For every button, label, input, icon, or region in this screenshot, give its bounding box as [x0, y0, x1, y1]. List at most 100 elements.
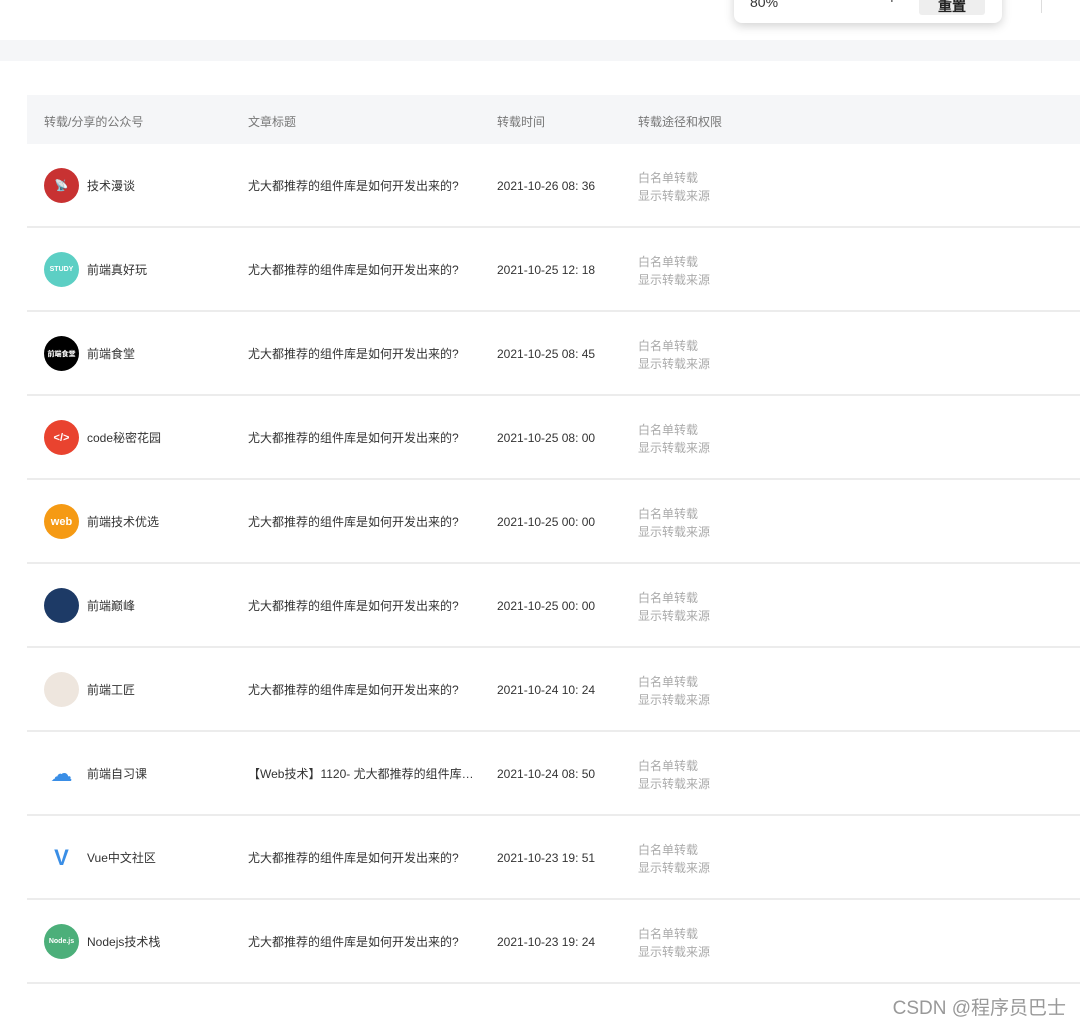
table-row: ☁ 前端自习课 【Web技术】1120- 尤大都推荐的组件库是如何开发出来的? … — [27, 732, 1080, 816]
avatar: ☁ — [44, 756, 79, 791]
permission-type: 白名单转载 — [638, 339, 699, 353]
permission: 白名单转载显示转载来源 — [638, 421, 710, 457]
account-name[interactable]: Nodejs技术栈 — [87, 933, 160, 950]
avatar-label: 前端食堂 — [47, 350, 76, 358]
article-title[interactable]: 尤大都推荐的组件库是如何开发出来的? — [248, 933, 480, 950]
permission-type: 白名单转载 — [638, 507, 699, 521]
section-divider — [0, 40, 1080, 61]
article-title[interactable]: 尤大都推荐的组件库是如何开发出来的? — [248, 681, 480, 698]
article-title[interactable]: 尤大都推荐的组件库是如何开发出来的? — [248, 429, 480, 446]
zoom-popup: 80% + 重置 — [734, 0, 1002, 23]
permission: 白名单转载显示转载来源 — [638, 757, 710, 793]
permission-source: 显示转载来源 — [638, 441, 711, 455]
table-row: web 前端技术优选 尤大都推荐的组件库是如何开发出来的? 2021-10-25… — [27, 480, 1080, 564]
table-row: </> code秘密花园 尤大都推荐的组件库是如何开发出来的? 2021-10-… — [27, 396, 1080, 480]
repost-time: 2021-10-26 08: 36 — [497, 179, 596, 193]
avatar-label: web — [50, 515, 73, 528]
avatar: STUDY — [44, 252, 79, 287]
permission-source: 显示转载来源 — [638, 693, 711, 707]
avatar: </> — [44, 420, 79, 455]
avatar: web — [44, 504, 79, 539]
avatar-label: </> — [53, 431, 70, 444]
article-title[interactable]: 【Web技术】1120- 尤大都推荐的组件库是如何开发出来的? — [248, 765, 480, 782]
article-title[interactable]: 尤大都推荐的组件库是如何开发出来的? — [248, 849, 480, 866]
avatar: V — [44, 840, 79, 875]
account-name[interactable]: 前端真好玩 — [87, 261, 147, 278]
permission: 白名单转载显示转载来源 — [638, 169, 710, 205]
permission-type: 白名单转载 — [638, 255, 699, 269]
divider — [1041, 0, 1042, 13]
permission: 白名单转载显示转载来源 — [638, 505, 710, 541]
repost-time: 2021-10-25 08: 45 — [497, 347, 596, 361]
account-name[interactable]: 前端食堂 — [87, 345, 135, 362]
repost-time: 2021-10-24 10: 24 — [497, 683, 596, 697]
avatar: 前端食堂 — [44, 336, 79, 371]
permission: 白名单转载显示转载来源 — [638, 253, 710, 289]
avatar-label: STUDY — [49, 266, 74, 273]
reset-button[interactable]: 重置 — [919, 0, 985, 15]
account-name[interactable]: Vue中文社区 — [87, 849, 156, 866]
permission-type: 白名单转载 — [638, 927, 699, 941]
permission: 白名单转载显示转载来源 — [638, 925, 710, 961]
account-name[interactable]: code秘密花园 — [87, 429, 161, 446]
account-name[interactable]: 前端巅峰 — [87, 597, 135, 614]
table-header: 转载/分享的公众号 文章标题 转载时间 转载途径和权限 — [27, 95, 1080, 144]
article-title[interactable]: 尤大都推荐的组件库是如何开发出来的? — [248, 597, 480, 614]
permission: 白名单转载显示转载来源 — [638, 589, 710, 625]
header-account: 转载/分享的公众号 — [44, 115, 144, 129]
avatar — [44, 672, 79, 707]
article-title[interactable]: 尤大都推荐的组件库是如何开发出来的? — [248, 345, 480, 362]
permission-source: 显示转载来源 — [638, 525, 711, 539]
table-row: 前端巅峰 尤大都推荐的组件库是如何开发出来的? 2021-10-25 00: 0… — [27, 564, 1080, 648]
avatar — [44, 588, 79, 623]
permission-type: 白名单转载 — [638, 171, 699, 185]
permission-type: 白名单转载 — [638, 759, 699, 773]
permission-type: 白名单转载 — [638, 843, 699, 857]
avatar-label: 📡 — [54, 180, 69, 192]
avatar: Node.js — [44, 924, 79, 959]
header-time: 转载时间 — [497, 115, 546, 129]
table-row: STUDY 前端真好玩 尤大都推荐的组件库是如何开发出来的? 2021-10-2… — [27, 228, 1080, 312]
account-name[interactable]: 技术漫谈 — [87, 177, 135, 194]
avatar-label: V — [54, 844, 69, 870]
repost-time: 2021-10-25 00: 00 — [497, 599, 596, 613]
repost-time: 2021-10-23 19: 24 — [497, 935, 596, 949]
permission: 白名单转载显示转载来源 — [638, 673, 710, 709]
permission-source: 显示转载来源 — [638, 189, 711, 203]
account-name[interactable]: 前端工匠 — [87, 681, 135, 698]
permission-source: 显示转载来源 — [638, 357, 711, 371]
account-name[interactable]: 前端技术优选 — [87, 513, 159, 530]
permission: 白名单转载显示转载来源 — [638, 337, 710, 373]
permission-type: 白名单转载 — [638, 423, 699, 437]
article-title[interactable]: 尤大都推荐的组件库是如何开发出来的? — [248, 177, 480, 194]
permission-source: 显示转载来源 — [638, 861, 711, 875]
permission-source: 显示转载来源 — [638, 777, 711, 791]
repost-time: 2021-10-25 12: 18 — [497, 263, 596, 277]
repost-time: 2021-10-24 08: 50 — [497, 767, 596, 781]
watermark: CSDN @程序员巴士 — [892, 998, 1066, 1019]
permission-source: 显示转载来源 — [638, 945, 711, 959]
article-title[interactable]: 尤大都推荐的组件库是如何开发出来的? — [248, 261, 480, 278]
header-permission: 转载途径和权限 — [638, 115, 723, 129]
avatar: 📡 — [44, 168, 79, 203]
article-title[interactable]: 尤大都推荐的组件库是如何开发出来的? — [248, 513, 480, 530]
permission-type: 白名单转载 — [638, 591, 699, 605]
repost-time: 2021-10-25 00: 00 — [497, 515, 596, 529]
table-row: 前端工匠 尤大都推荐的组件库是如何开发出来的? 2021-10-24 10: 2… — [27, 648, 1080, 732]
permission-type: 白名单转载 — [638, 675, 699, 689]
permission-source: 显示转载来源 — [638, 609, 711, 623]
permission: 白名单转载显示转载来源 — [638, 841, 710, 877]
zoom-level: 80% — [750, 0, 779, 10]
avatar-label: Node.js — [48, 938, 75, 945]
avatar-label: ☁ — [50, 760, 73, 786]
repost-time: 2021-10-25 08: 00 — [497, 431, 596, 445]
repost-time: 2021-10-23 19: 51 — [497, 851, 596, 865]
account-name[interactable]: 前端自习课 — [87, 765, 147, 782]
repost-table: 转载/分享的公众号 文章标题 转载时间 转载途径和权限 📡 技术漫谈 尤大都推荐… — [27, 95, 1080, 984]
table-row: V Vue中文社区 尤大都推荐的组件库是如何开发出来的? 2021-10-23 … — [27, 816, 1080, 900]
permission-source: 显示转载来源 — [638, 273, 711, 287]
zoom-in-button[interactable]: + — [886, 0, 898, 8]
table-row: 前端食堂 前端食堂 尤大都推荐的组件库是如何开发出来的? 2021-10-25 … — [27, 312, 1080, 396]
header-title: 文章标题 — [248, 115, 297, 129]
table-row: 📡 技术漫谈 尤大都推荐的组件库是如何开发出来的? 2021-10-26 08:… — [27, 144, 1080, 228]
